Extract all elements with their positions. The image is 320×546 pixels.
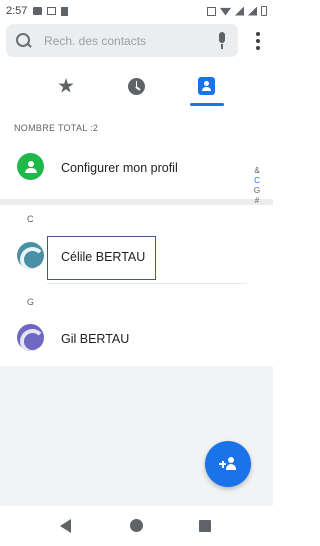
recents-icon[interactable] (199, 520, 211, 532)
search-input[interactable] (44, 33, 210, 48)
contacts-screen: 2:57 NOMBRE TOTAL : (0, 0, 273, 546)
tab-favorites[interactable] (36, 66, 96, 106)
wifi-icon (220, 7, 231, 16)
plus-bar (221, 460, 224, 468)
person-body (226, 464, 236, 470)
selection-highlight (47, 236, 156, 280)
gmail-icon (47, 7, 57, 15)
search-bar[interactable] (6, 24, 238, 57)
avatar (17, 324, 44, 351)
trash-icon (61, 6, 69, 16)
signal-icon (235, 6, 244, 16)
clock-icon (127, 77, 145, 95)
index-letter[interactable]: C (254, 176, 260, 186)
setup-profile-row[interactable]: Configurer mon profil (0, 145, 250, 191)
contact-card-icon (197, 77, 215, 95)
avatar (17, 242, 44, 269)
more-dot (256, 46, 260, 50)
tab-bar (0, 66, 273, 106)
index-letter[interactable]: G (254, 186, 260, 196)
status-icons-right (207, 6, 267, 16)
index-letter[interactable]: & (254, 166, 259, 176)
mic-icon[interactable] (216, 31, 228, 50)
more-vert-icon[interactable] (251, 30, 265, 52)
contact-name: Gil BERTAU (61, 332, 130, 346)
more-dot (256, 39, 260, 43)
search-icon (16, 32, 32, 49)
person-head (228, 457, 234, 463)
system-nav-bar (0, 506, 273, 546)
setup-profile-label: Configurer mon profil (61, 161, 178, 175)
status-bar: 2:57 (0, 0, 273, 22)
section-header-c: C (27, 214, 34, 224)
index-letter[interactable]: # (255, 196, 259, 206)
tab-indicator (190, 103, 224, 106)
row-divider (47, 283, 247, 284)
home-icon[interactable] (130, 519, 143, 532)
section-header-g: G (27, 297, 35, 307)
alphabet-index[interactable]: & C G # (252, 166, 262, 206)
signal-icon-2 (248, 6, 257, 16)
back-icon[interactable] (60, 519, 71, 533)
profile-avatar (17, 153, 44, 180)
section-divider (0, 199, 273, 205)
contact-row-gil-bertau[interactable]: Gil BERTAU (0, 317, 250, 361)
add-contact-button[interactable] (205, 441, 251, 487)
tab-contacts[interactable] (176, 66, 236, 106)
add-person-icon (219, 457, 237, 471)
status-time: 2:57 (6, 5, 28, 17)
nfc-icon (207, 6, 216, 16)
star-icon (58, 78, 74, 93)
tab-recent[interactable] (106, 66, 166, 106)
person-icon (24, 160, 37, 173)
more-dot (256, 32, 260, 36)
total-count-label: NOMBRE TOTAL :2 (14, 123, 99, 133)
battery-icon (261, 6, 267, 16)
message-icon (33, 7, 43, 15)
